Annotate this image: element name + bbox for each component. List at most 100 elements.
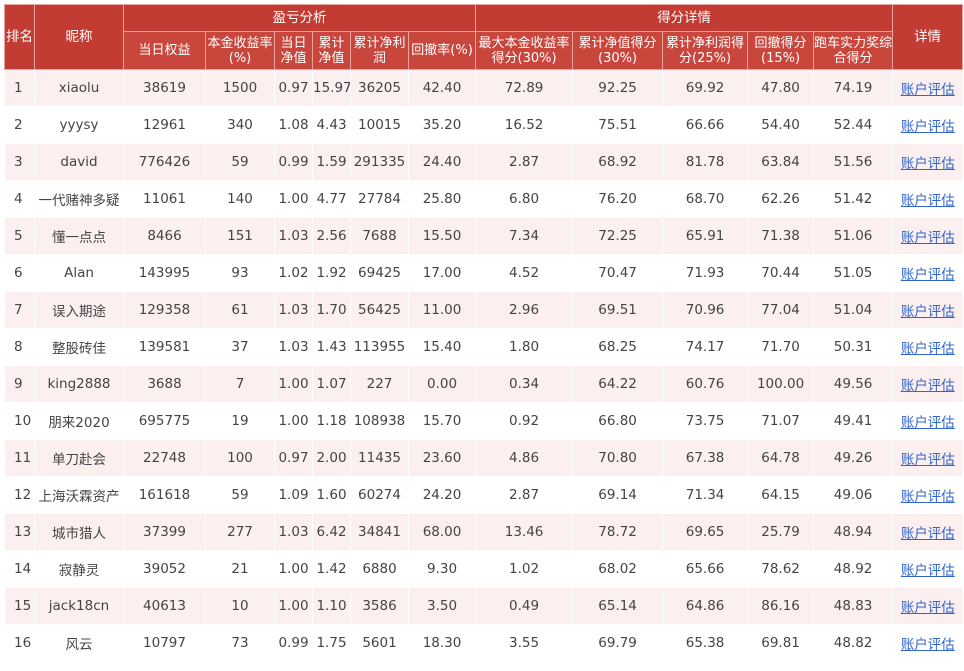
account-evaluation-link[interactable]: 账户评估 (901, 637, 955, 653)
account-evaluation-link[interactable]: 账户评估 (901, 82, 955, 98)
cum-profit-cell: 10015 (350, 106, 409, 144)
daily-nav-cell: 1.00 (274, 587, 313, 625)
equity-cell: 37399 (123, 513, 206, 551)
cum-nav-cell: 1.70 (312, 291, 351, 329)
max-return-score-cell: 0.92 (475, 402, 573, 440)
equity-cell: 776426 (123, 143, 206, 181)
daily-nav-cell: 1.02 (274, 254, 313, 292)
drawdown-cell: 0.00 (407, 365, 476, 403)
daily-nav-cell: 1.03 (274, 513, 313, 551)
drawdown-score-cell: 71.70 (747, 328, 814, 366)
cum-profit-cell: 11435 (350, 439, 409, 477)
return-rate-cell: 1500 (205, 69, 275, 107)
return-rate-cell: 61 (205, 291, 275, 329)
account-evaluation-link[interactable]: 账户评估 (901, 304, 955, 320)
drawdown-cell: 15.70 (407, 402, 476, 440)
drawdown-cell: 24.20 (407, 476, 476, 514)
table-row: 4 一代赌神多疑 11061 140 1.00 4.77 27784 25.80 6.80 76.… (4, 180, 963, 218)
nickname-cell: yyysy (34, 106, 124, 144)
table-row: 16 风云 10797 73 0.99 1.75 5601 18.30 3.55 69.79 65.… (4, 624, 963, 662)
account-evaluation-link[interactable]: 账户评估 (901, 489, 955, 505)
equity-cell: 161618 (123, 476, 206, 514)
col-header-return-rate: 本金收益率(%) (205, 31, 275, 70)
account-evaluation-link[interactable]: 账户评估 (901, 378, 955, 394)
drawdown-cell: 3.50 (407, 587, 476, 625)
total-score-cell: 51.56 (813, 143, 893, 181)
equity-cell: 11061 (123, 180, 206, 218)
return-rate-cell: 277 (205, 513, 275, 551)
account-evaluation-link[interactable]: 账户评估 (901, 341, 955, 357)
daily-nav-cell: 1.08 (274, 106, 313, 144)
rank-cell: 4 (4, 180, 35, 218)
nickname-cell: david (34, 143, 124, 181)
detail-cell: 账户评估 (892, 180, 963, 218)
equity-cell: 10797 (123, 624, 206, 662)
cum-profit-score-cell: 73.75 (662, 402, 748, 440)
daily-nav-cell: 0.97 (274, 69, 313, 107)
return-rate-cell: 19 (205, 402, 275, 440)
return-rate-cell: 73 (205, 624, 275, 662)
cum-nav-score-cell: 76.20 (572, 180, 663, 218)
total-score-cell: 48.94 (813, 513, 893, 551)
max-return-score-cell: 4.52 (475, 254, 573, 292)
col-header-drawdown-score: 回撤得分(15%) (747, 31, 815, 70)
drawdown-score-cell: 63.84 (747, 143, 814, 181)
detail-cell: 账户评估 (892, 439, 963, 477)
drawdown-cell: 35.20 (407, 106, 476, 144)
max-return-score-cell: 6.80 (475, 180, 573, 218)
account-evaluation-link[interactable]: 账户评估 (901, 452, 955, 468)
max-return-score-cell: 2.96 (475, 291, 573, 329)
col-header-cum-profit: 累计净利润 (350, 31, 409, 70)
cum-nav-score-cell: 75.51 (572, 106, 663, 144)
detail-cell: 账户评估 (892, 254, 963, 292)
account-evaluation-link[interactable]: 账户评估 (901, 193, 955, 209)
nickname-cell: 整股砖佳 (34, 328, 124, 366)
total-score-cell: 52.44 (813, 106, 893, 144)
drawdown-cell: 11.00 (407, 291, 476, 329)
cum-profit-score-cell: 65.91 (662, 217, 748, 255)
daily-nav-cell: 1.03 (274, 328, 313, 366)
col-header-equity: 当日权益 (123, 31, 206, 70)
daily-nav-cell: 1.00 (274, 550, 313, 588)
nickname-cell: xiaolu (34, 69, 124, 107)
max-return-score-cell: 13.46 (475, 513, 573, 551)
total-score-cell: 48.92 (813, 550, 893, 588)
rank-cell: 15 (4, 587, 35, 625)
account-evaluation-link[interactable]: 账户评估 (901, 119, 955, 135)
drawdown-score-cell: 86.16 (747, 587, 814, 625)
cum-nav-cell: 6.42 (312, 513, 351, 551)
rank-cell: 11 (4, 439, 35, 477)
max-return-score-cell: 0.34 (475, 365, 573, 403)
detail-cell: 账户评估 (892, 365, 963, 403)
equity-cell: 39052 (123, 550, 206, 588)
cum-nav-cell: 1.92 (312, 254, 351, 292)
cum-profit-cell: 5601 (350, 624, 409, 662)
nickname-header: 昵称 (34, 4, 124, 70)
account-evaluation-link[interactable]: 账户评估 (901, 156, 955, 172)
nickname-cell: jack18cn (34, 587, 124, 625)
account-evaluation-link[interactable]: 账户评估 (901, 526, 955, 542)
cum-profit-score-cell: 60.76 (662, 365, 748, 403)
cum-nav-cell: 1.18 (312, 402, 351, 440)
account-evaluation-link[interactable]: 账户评估 (901, 600, 955, 616)
account-evaluation-link[interactable]: 账户评估 (901, 230, 955, 246)
equity-cell: 8466 (123, 217, 206, 255)
drawdown-score-cell: 64.78 (747, 439, 814, 477)
nickname-cell: 误入期途 (34, 291, 124, 329)
score-details-header: 得分详情 (475, 4, 894, 32)
account-evaluation-link[interactable]: 账户评估 (901, 563, 955, 579)
cum-nav-cell: 1.10 (312, 587, 351, 625)
table-row: 7 误入期途 129358 61 1.03 1.70 56425 11.00 2.96 69.51… (4, 291, 963, 329)
total-score-cell: 51.05 (813, 254, 893, 292)
drawdown-score-cell: 69.81 (747, 624, 814, 662)
drawdown-cell: 17.00 (407, 254, 476, 292)
cum-nav-score-cell: 65.14 (572, 587, 663, 625)
account-evaluation-link[interactable]: 账户评估 (901, 267, 955, 283)
cum-profit-score-cell: 71.34 (662, 476, 748, 514)
drawdown-cell: 25.80 (407, 180, 476, 218)
total-score-cell: 48.83 (813, 587, 893, 625)
cum-nav-cell: 2.00 (312, 439, 351, 477)
account-evaluation-link[interactable]: 账户评估 (901, 415, 955, 431)
drawdown-score-cell: 64.15 (747, 476, 814, 514)
detail-cell: 账户评估 (892, 513, 963, 551)
